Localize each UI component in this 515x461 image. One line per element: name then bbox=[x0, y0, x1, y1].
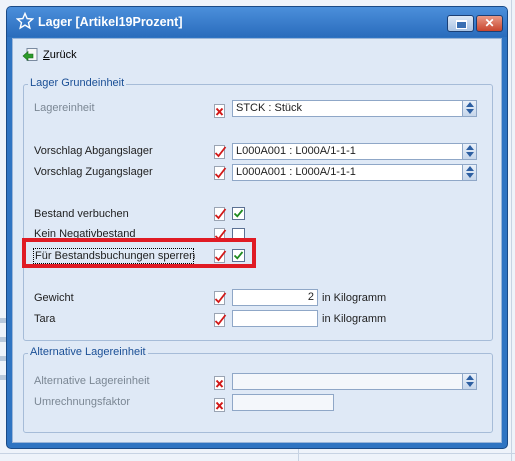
window-title: Lager [Artikel19Prozent] bbox=[38, 15, 183, 29]
tara-unit: in Kilogramm bbox=[322, 313, 387, 325]
bestand-verbuchen-label: Bestand verbuchen bbox=[34, 208, 129, 220]
abgangslager-label: Vorschlag Abgangslager bbox=[34, 145, 153, 157]
spinner-icon[interactable] bbox=[462, 165, 476, 180]
title-bar[interactable]: Lager [Artikel19Prozent] ✕ bbox=[7, 7, 507, 37]
group-legend: Alternative Lagereinheit bbox=[28, 346, 148, 358]
edit-check-icon bbox=[214, 145, 227, 159]
alternative-lagereinheit-label: Alternative Lagereinheit bbox=[34, 375, 150, 387]
edit-check-icon bbox=[214, 313, 227, 327]
close-icon: ✕ bbox=[484, 16, 495, 30]
umrechnungsfaktor-input[interactable] bbox=[232, 394, 334, 411]
spinner-icon[interactable] bbox=[462, 101, 476, 116]
back-button[interactable]: Zurück bbox=[19, 45, 80, 65]
required-x-icon bbox=[214, 376, 225, 390]
zugangslager-label: Vorschlag Zugangslager bbox=[34, 166, 153, 178]
tara-label: Tara bbox=[34, 313, 56, 325]
background-gridline bbox=[298, 449, 299, 461]
edit-check-icon bbox=[214, 166, 227, 180]
required-x-icon bbox=[214, 398, 225, 412]
toolbar: Zurück bbox=[13, 39, 501, 71]
close-window-button[interactable]: ✕ bbox=[476, 15, 503, 32]
gewicht-label: Gewicht bbox=[34, 292, 74, 304]
spinner-icon[interactable] bbox=[462, 374, 476, 389]
group-legend: Lager Grundeinheit bbox=[28, 77, 127, 89]
zugangslager-value: L000A001 : L000A/1-1-1 bbox=[236, 166, 356, 178]
spinner-icon[interactable] bbox=[462, 144, 476, 159]
back-button-label: Zurück bbox=[43, 49, 77, 61]
umrechnungsfaktor-label: Umrechnungsfaktor bbox=[34, 396, 130, 408]
edit-check-icon bbox=[214, 291, 227, 305]
required-x-icon bbox=[214, 104, 225, 118]
tara-input[interactable] bbox=[232, 310, 318, 327]
checkmark-icon bbox=[233, 209, 244, 218]
gewicht-input[interactable]: 2 bbox=[232, 289, 318, 306]
group-alternative-lagereinheit: Alternative Lagereinheit bbox=[23, 346, 493, 433]
lagereinheit-value: STCK : Stück bbox=[236, 102, 303, 114]
bestand-verbuchen-checkbox[interactable] bbox=[232, 207, 245, 220]
gewicht-unit: in Kilogramm bbox=[322, 292, 387, 304]
background-gridline bbox=[511, 0, 512, 461]
lagereinheit-label: Lagereinheit bbox=[34, 102, 95, 114]
star-icon bbox=[16, 12, 34, 30]
restore-window-button[interactable] bbox=[447, 15, 474, 32]
abgangslager-value: L000A001 : L000A/1-1-1 bbox=[236, 145, 356, 157]
zugangslager-select[interactable]: L000A001 : L000A/1-1-1 bbox=[232, 164, 477, 181]
alternative-lagereinheit-select[interactable] bbox=[232, 373, 477, 390]
background-gridline bbox=[0, 453, 515, 454]
back-arrow-icon bbox=[22, 48, 38, 62]
edit-check-icon bbox=[214, 207, 227, 221]
lagereinheit-select[interactable]: STCK : Stück bbox=[232, 100, 477, 117]
abgangslager-select[interactable]: L000A001 : L000A/1-1-1 bbox=[232, 143, 477, 160]
highlight-box bbox=[22, 238, 256, 268]
lager-dialog: Lager [Artikel19Prozent] ✕ Zurück Lager … bbox=[6, 6, 508, 449]
